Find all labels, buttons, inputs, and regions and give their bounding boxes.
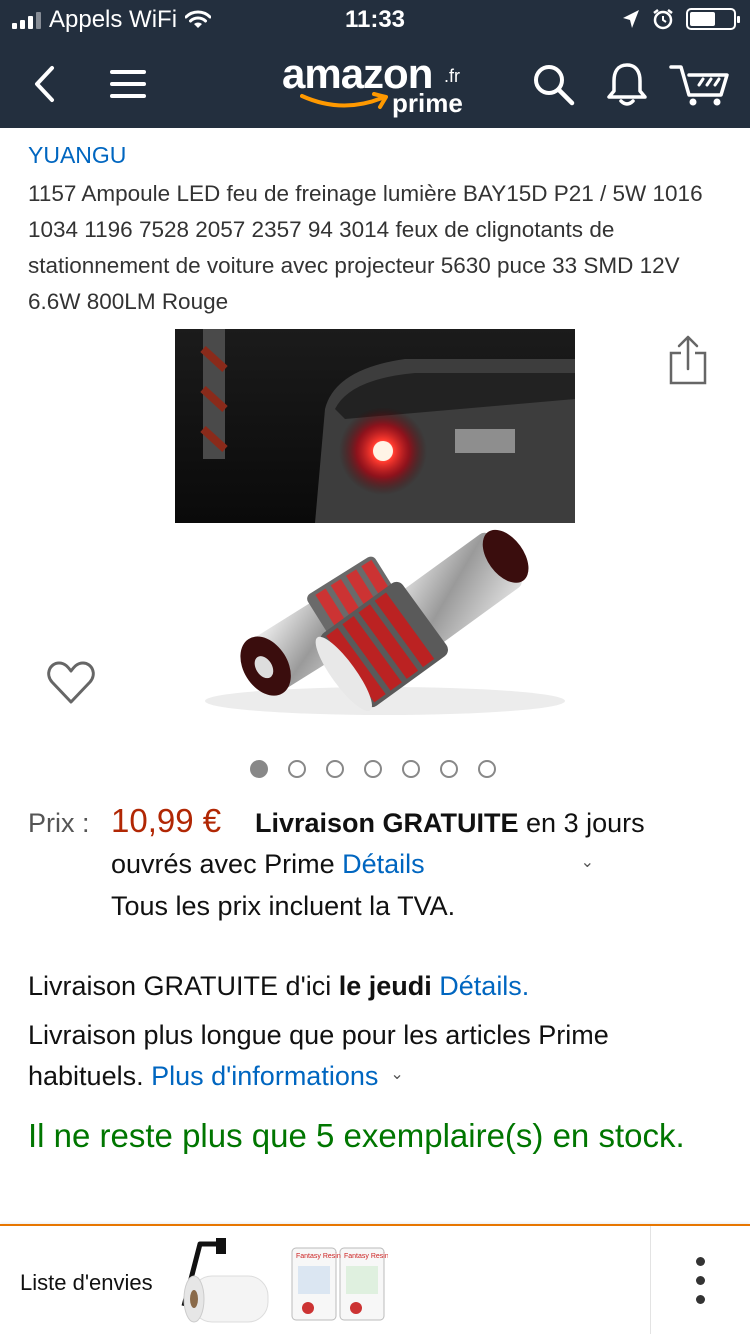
dot-icon: [696, 1294, 705, 1304]
dot-icon: [696, 1256, 705, 1266]
wishlist-bar: Liste d'envies Fantasy Resin Fantasy Res…: [0, 1224, 750, 1334]
resin-label-2: Fantasy Resin: [344, 1253, 388, 1260]
wishlist-label[interactable]: Liste d'envies: [20, 1270, 153, 1296]
share-button[interactable]: [665, 333, 711, 392]
chevron-down-icon[interactable]: ⌄: [390, 1055, 403, 1095]
dot-icon: [696, 1275, 705, 1285]
delivery-text: Livraison GRATUITE d'ici: [28, 971, 339, 1001]
cart-button[interactable]: [666, 40, 734, 128]
wishlist-item-paper-towel-holder[interactable]: [170, 1236, 270, 1328]
wishlist-item-resin-bottles[interactable]: Fantasy Resin Fantasy Resin: [288, 1244, 388, 1324]
status-bar: Appels WiFi 11:33: [0, 0, 750, 40]
chevron-down-icon[interactable]: ⌄: [437, 843, 594, 883]
free-shipping-label: Livraison GRATUITE: [255, 808, 519, 838]
product-image[interactable]: [175, 329, 575, 729]
pager-dot[interactable]: [364, 760, 382, 778]
wishlist-heart-button[interactable]: [46, 660, 96, 711]
menu-button[interactable]: [100, 40, 156, 128]
alarm-icon: [653, 9, 673, 30]
delivery-note: Livraison plus longue que pour les artic…: [28, 1015, 728, 1096]
smile-arrow-icon: [300, 92, 388, 109]
cart-icon: [669, 65, 729, 106]
search-icon: [534, 65, 575, 106]
more-info-link[interactable]: Plus d'informations: [151, 1061, 378, 1091]
search-button[interactable]: [526, 40, 580, 128]
more-options-button[interactable]: [650, 1226, 750, 1334]
amazon-logo[interactable]: amazon .fr prime: [280, 48, 480, 124]
stock-status: Il ne reste plus que 5 exemplaire(s) en …: [28, 1117, 685, 1154]
delivery-day: le jeudi: [338, 971, 432, 1001]
notifications-button[interactable]: [600, 40, 654, 128]
pager-dot[interactable]: [402, 760, 420, 778]
location-icon: [623, 10, 639, 28]
back-button[interactable]: [20, 40, 70, 128]
pager-dot[interactable]: [326, 760, 344, 778]
back-icon: [35, 66, 54, 102]
amazon-header: amazon .fr prime: [0, 40, 750, 128]
menu-icon: [110, 70, 146, 98]
product-title: 1157 Ampoule LED feu de freinage lumière…: [28, 181, 703, 314]
delivery-date: Livraison GRATUITE d'ici le jeudi Détail…: [28, 966, 728, 1006]
resin-label-1: Fantasy Resin: [296, 1253, 341, 1260]
price-value: 10,99 €: [111, 802, 222, 839]
pager-dot[interactable]: [250, 760, 268, 778]
price-label: Prix :: [28, 808, 90, 838]
pager-dot[interactable]: [288, 760, 306, 778]
image-pager: [250, 760, 496, 778]
heart-icon: [47, 661, 95, 704]
tva-note: Tous les prix incluent la TVA.: [111, 891, 456, 921]
shipping-details-link[interactable]: Détails: [342, 849, 425, 879]
pager-dot[interactable]: [478, 760, 496, 778]
pager-dot[interactable]: [440, 760, 458, 778]
brand-link[interactable]: YUANGU: [28, 142, 126, 169]
delivery-details-link[interactable]: Détails.: [439, 971, 529, 1001]
battery-icon: [686, 8, 740, 30]
share-icon: [669, 335, 707, 385]
bell-icon: [607, 63, 647, 106]
